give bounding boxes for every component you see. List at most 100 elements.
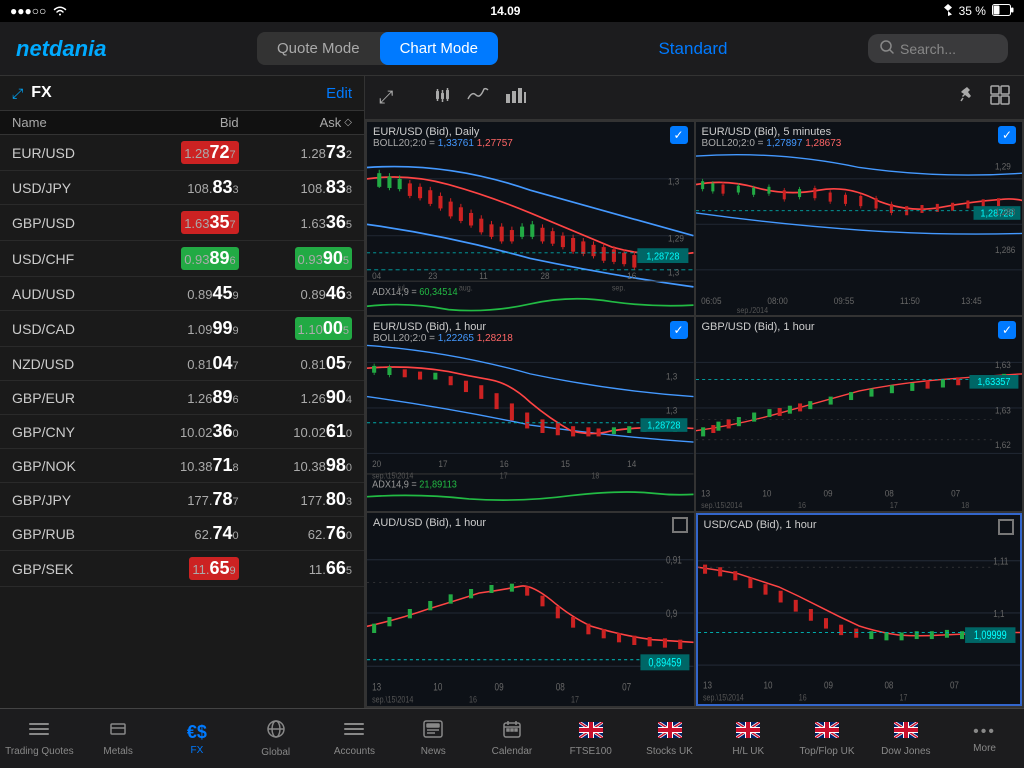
chart-eurusd-daily[interactable]: EUR/USD (Bid), Daily BOLL20;2:0 = 1,3376… xyxy=(367,122,694,315)
hl-uk-icon xyxy=(736,721,760,744)
nav-stocks-uk[interactable]: Stocks UK xyxy=(630,709,709,768)
indicator-icon[interactable] xyxy=(467,87,489,108)
svg-text:09:55: 09:55 xyxy=(833,296,854,307)
grid-layout-icon[interactable] xyxy=(990,85,1010,110)
nav-metals[interactable]: Metals xyxy=(79,709,158,768)
quote-row[interactable]: EUR/USD1.287271.28732 xyxy=(0,135,364,171)
status-left: ●●●○○ xyxy=(10,4,68,19)
nav-label-global: Global xyxy=(261,747,290,758)
svg-text:11: 11 xyxy=(479,271,488,282)
ask-price: 1.26904 xyxy=(239,387,352,408)
col-name-header: Name xyxy=(12,115,125,130)
expand-icon[interactable]: ⤢ xyxy=(379,87,393,108)
svg-text:1,3: 1,3 xyxy=(668,176,680,187)
battery-level: 35 % xyxy=(959,4,986,18)
chart-eurusd-1h[interactable]: EUR/USD (Bid), 1 hour BOLL20;2:0 = 1,222… xyxy=(367,317,694,510)
svg-text:15: 15 xyxy=(561,459,570,470)
svg-text:11:50: 11:50 xyxy=(900,296,920,307)
nav-global[interactable]: Global xyxy=(236,709,315,768)
nav-calendar[interactable]: Calendar xyxy=(473,709,552,768)
chart-toolbar: ⤢ xyxy=(365,76,1024,120)
nav-ftse100[interactable]: FTSE100 xyxy=(551,709,630,768)
ask-price: 1.63365 xyxy=(239,212,352,233)
svg-text:13: 13 xyxy=(372,681,381,693)
bar-chart-icon[interactable] xyxy=(505,86,527,109)
chart-eurusd-5min[interactable]: EUR/USD (Bid), 5 minutes BOLL20;2:0 = 1,… xyxy=(696,122,1023,315)
battery-icon xyxy=(992,4,1014,19)
chart-mode-button[interactable]: Chart Mode xyxy=(380,32,498,65)
quote-row[interactable]: GBP/EUR1.268961.26904 xyxy=(0,381,364,415)
chart-checkbox-gbpusd-1h[interactable] xyxy=(998,321,1016,339)
svg-text:ADX14,9 = 21,89113: ADX14,9 = 21,89113 xyxy=(372,479,457,491)
nav-label-metals: Metals xyxy=(103,746,132,757)
svg-text:1,29: 1,29 xyxy=(994,161,1010,172)
bid-badge: 0.93896 xyxy=(181,247,238,270)
svg-text:1,09999: 1,09999 xyxy=(973,630,1006,642)
quote-row[interactable]: GBP/CNY10.0236010.02610 xyxy=(0,415,364,449)
fx-header: ⤢ FX Edit xyxy=(0,76,364,111)
svg-text:sep./2014: sep./2014 xyxy=(736,306,767,315)
bid-price: 10.02360 xyxy=(125,421,238,442)
column-headers: Name Bid Ask ◇ xyxy=(0,111,364,135)
svg-text:13: 13 xyxy=(701,489,710,500)
bid-price: 10.38718 xyxy=(125,455,238,476)
quote-row[interactable]: GBP/SEK11.65911.665 xyxy=(0,551,364,587)
pair-name: GBP/EUR xyxy=(12,390,125,406)
nav-label-topflop-uk: Top/Flop UK xyxy=(800,746,855,757)
pair-name: GBP/SEK xyxy=(12,561,125,577)
quote-row[interactable]: GBP/RUB62.74062.760 xyxy=(0,517,364,551)
quote-row[interactable]: USD/CAD1.099991.10005 xyxy=(0,311,364,347)
candle-chart-icon[interactable] xyxy=(433,86,451,109)
ask-price: 11.665 xyxy=(239,558,352,579)
svg-text:17: 17 xyxy=(889,501,897,510)
nav-label-stocks-uk: Stocks UK xyxy=(646,746,693,757)
quote-row[interactable]: GBP/NOK10.3871810.38980 xyxy=(0,449,364,483)
nav-label-dow-jones: Dow Jones xyxy=(881,746,930,757)
svg-text:1,286: 1,286 xyxy=(994,244,1015,255)
quote-row[interactable]: NZD/USD0.810470.81057 xyxy=(0,347,364,381)
quote-mode-button[interactable]: Quote Mode xyxy=(257,32,380,65)
svg-text:18: 18 xyxy=(591,471,599,480)
svg-text:16: 16 xyxy=(798,692,806,702)
nav-hl-uk[interactable]: H/L UK xyxy=(709,709,788,768)
quote-row[interactable]: AUD/USD0.894590.89463 xyxy=(0,277,364,311)
chart-usdcad-1h[interactable]: USD/CAD (Bid), 1 hour xyxy=(696,513,1023,706)
svg-text:09: 09 xyxy=(823,679,832,690)
svg-text:17: 17 xyxy=(571,693,579,704)
svg-text:sep.\15\2014: sep.\15\2014 xyxy=(372,471,413,480)
chart-label-gbpusd-1h: GBP/USD (Bid), 1 hour xyxy=(702,321,815,333)
chart-checkbox-usdcad-1h[interactable] xyxy=(998,519,1014,535)
nav-fx[interactable]: €$ FX xyxy=(158,709,237,768)
nav-accounts[interactable]: Accounts xyxy=(315,709,394,768)
nav-dow-jones[interactable]: Dow Jones xyxy=(866,709,945,768)
chart-checkbox-eurusd-1h[interactable] xyxy=(670,321,688,339)
fx-title: FX xyxy=(31,84,51,102)
chart-audusd-1h[interactable]: AUD/USD (Bid), 1 hour xyxy=(367,513,694,706)
nav-news[interactable]: News xyxy=(394,709,473,768)
svg-text:08: 08 xyxy=(556,681,565,693)
quote-row[interactable]: USD/JPY108.833108.838 xyxy=(0,171,364,205)
pin-icon[interactable] xyxy=(958,85,976,110)
svg-text:28: 28 xyxy=(540,271,549,282)
nav-trading-quotes[interactable]: Trading Quotes xyxy=(0,709,79,768)
quote-row[interactable]: USD/CHF0.938960.93905 xyxy=(0,241,364,277)
svg-text:07: 07 xyxy=(622,681,631,693)
nav-more[interactable]: ••• More xyxy=(945,709,1024,768)
col-bid-header: Bid xyxy=(125,115,238,130)
quote-row[interactable]: GBP/USD1.633571.63365 xyxy=(0,205,364,241)
svg-text:0,89459: 0,89459 xyxy=(648,656,681,669)
svg-text:16: 16 xyxy=(500,459,509,470)
svg-text:16: 16 xyxy=(627,271,636,282)
chart-gbpusd-1h[interactable]: GBP/USD (Bid), 1 hour xyxy=(696,317,1023,510)
nav-topflop-uk[interactable]: Top/Flop UK xyxy=(788,709,867,768)
search-box[interactable]: Search... xyxy=(868,34,1008,63)
nav-label-ftse100: FTSE100 xyxy=(570,746,612,757)
bluetooth-icon xyxy=(943,3,953,20)
chart-checkbox-eurusd-5min[interactable] xyxy=(998,126,1016,144)
edit-button[interactable]: Edit xyxy=(326,85,352,102)
svg-text:06:05: 06:05 xyxy=(701,296,722,307)
chart-checkbox-audusd-1h[interactable] xyxy=(672,517,688,533)
quote-row[interactable]: GBP/JPY177.787177.803 xyxy=(0,483,364,517)
chart-checkbox-eurusd-daily[interactable] xyxy=(670,126,688,144)
pair-name: AUD/USD xyxy=(12,286,125,302)
